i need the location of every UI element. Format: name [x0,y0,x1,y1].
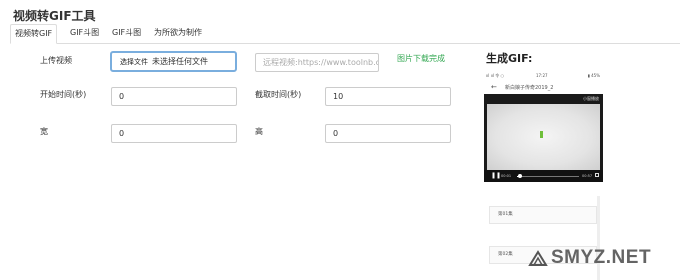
back-arrow-icon: ← [491,83,497,91]
tab-video-to-gif[interactable]: 视频转GIF [10,24,58,44]
tab-gif-meme-1[interactable]: GIF斗图 [66,24,103,42]
pause-icon: ❚❚ [491,172,502,179]
status-time: 17:27 [536,73,548,78]
total-time: 00:57 [582,174,593,178]
app-title: 视频转GIF工具 [13,9,96,23]
width-label: 宽 [40,127,48,136]
start-time-label: 开始时间(秒) [40,90,87,99]
battery-icon: ▮ 45% [587,73,600,78]
watermark-logo-icon [528,250,548,266]
watermark-text: SMYZ.NET [551,247,652,268]
video-content-mark [540,131,543,138]
start-time-input[interactable]: 0 [111,87,237,106]
tab-make-anything[interactable]: 为所欲为制作 [150,24,206,42]
signal-icons: ııl ııl 令 ○ [486,73,504,78]
tab-bar: 视频转GIF GIF斗图 GIF斗图 为所欲为制作 [10,24,680,44]
current-time: 00:01 [501,174,512,178]
fullscreen-icon [595,173,599,177]
video-frame [487,104,600,170]
progress-track [517,174,579,178]
file-input[interactable]: 选择文件 未选择任何文件 [110,51,237,72]
tab-gif-meme-2[interactable]: GIF斗图 [108,24,145,42]
duration-label: 截取时间(秒) [255,90,302,99]
video-player: 小窗播放 ❚❚ 00:01 00:57 [484,94,603,182]
video-controls: ❚❚ 00:01 00:57 [484,170,603,182]
height-label: 高 [255,127,263,136]
phone-status-bar: ııl ııl 令 ○ 17:27 ▮ 45% [481,70,606,80]
width-input[interactable]: 0 [111,124,237,143]
file-status-text: 未选择任何文件 [152,57,208,66]
remote-video-url-input[interactable]: 远程视频:https://www.toolnb.c [255,53,379,72]
upload-video-label: 上传视频 [40,56,72,65]
choose-file-button[interactable]: 选择文件 [120,54,148,71]
episode-item: 第01集 [489,206,597,224]
phone-nav-bar: ← 新白娘子传奇2019_2 [481,80,606,94]
video-title: 新白娘子传奇2019_2 [505,85,554,91]
progress-knob [518,174,523,178]
generated-gif-title: 生成GIF: [486,52,533,65]
mini-window-label: 小窗播放 [583,96,599,101]
download-status: 图片下载完成 [397,54,445,63]
height-input[interactable]: 0 [325,124,451,143]
duration-input[interactable]: 10 [325,87,451,106]
